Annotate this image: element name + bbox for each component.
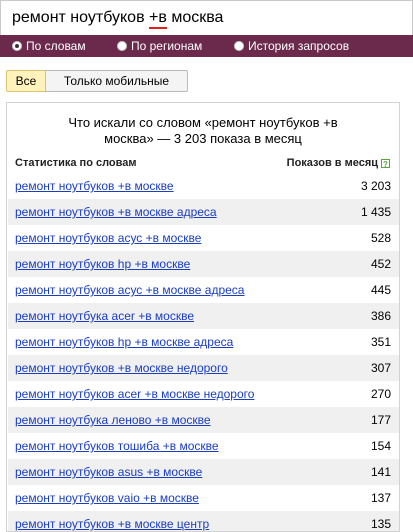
- impressions-count: 452: [370, 257, 391, 271]
- keyword-link[interactable]: ремонт ноутбуков +в москве: [15, 179, 174, 193]
- keyword-link[interactable]: ремонт ноутбуков acer +в москве недорого: [15, 387, 254, 401]
- help-icon[interactable]: ?: [381, 158, 390, 169]
- keyword-link[interactable]: ремонт ноутбуков vaio +в москве: [15, 491, 199, 505]
- keyword-link[interactable]: ремонт ноутбуков hp +в москве адреса: [15, 335, 233, 349]
- impressions-count: 154: [370, 439, 391, 453]
- radio-icon[interactable]: [117, 41, 127, 51]
- keyword-link[interactable]: ремонт ноутбука леново +в москве: [15, 413, 211, 427]
- stats-table: ремонт ноутбуков +в москве 3 203 ремонт но…: [8, 173, 399, 531]
- search-query-part-end: москва: [166, 9, 224, 26]
- filter-all-button[interactable]: Все: [6, 70, 46, 92]
- keyword-link[interactable]: ремонт ноутбуков асус +в москве: [15, 231, 201, 245]
- panel-title: Что искали со словом «ремонт ноутбуков +…: [7, 115, 399, 147]
- search-query-underlined-word: +в: [149, 9, 167, 26]
- impressions-count: 351: [370, 335, 391, 349]
- keyword-link[interactable]: ремонт ноутбуков hp +в москве: [15, 257, 190, 271]
- keyword-link[interactable]: ремонт ноутбуков +в москве адреса: [15, 205, 217, 219]
- keyword-link[interactable]: ремонт ноутбуков asus +в москве: [15, 465, 202, 479]
- table-row: ремонт ноутбука леново +в москве 177: [8, 407, 399, 433]
- panel-title-line: москва» — 3 203 показа в месяц: [104, 131, 302, 146]
- radio-icon[interactable]: [12, 41, 22, 51]
- table-row: ремонт ноутбуков +в москве недорого 307: [8, 355, 399, 381]
- table-row: ремонт ноутбука acer +в москве 386: [8, 303, 399, 329]
- mode-by-words[interactable]: По словам: [12, 38, 86, 54]
- keyword-link[interactable]: ремонт ноутбуков тошиба +в москве: [15, 439, 219, 453]
- table-row: ремонт ноутбуков asus +в москве 141: [8, 459, 399, 485]
- column-header-words: Статистика по словам: [15, 157, 137, 169]
- search-box[interactable]: ремонт ноутбуков +в москва: [0, 0, 413, 35]
- column-header-impressions: Показов в месяц ?: [287, 157, 390, 169]
- device-filter: Все Только мобильные: [6, 70, 188, 92]
- keyword-link[interactable]: ремонт ноутбуков асус +в москве адреса: [15, 283, 244, 297]
- impressions-count: 1 435: [360, 205, 391, 219]
- impressions-count: 141: [370, 465, 391, 479]
- mode-bar: По словам По регионам История запросов: [0, 35, 413, 57]
- table-row: ремонт ноутбуков тошиба +в москве 154: [8, 433, 399, 459]
- table-row: ремонт ноутбуков асус +в москве адреса 44…: [8, 277, 399, 303]
- column-header-label: Показов в месяц: [286, 157, 378, 169]
- mode-label: По регионам: [131, 39, 203, 53]
- impressions-count: 137: [370, 491, 391, 505]
- table-row: ремонт ноутбуков hp +в москве адреса 351: [8, 329, 399, 355]
- impressions-count: 528: [370, 231, 391, 245]
- filter-mobile-button[interactable]: Только мобильные: [46, 70, 188, 92]
- search-query-text[interactable]: ремонт ноутбуков +в москва: [12, 9, 223, 27]
- table-row: ремонт ноутбуков +в москве 3 203: [8, 173, 399, 199]
- keyword-link[interactable]: ремонт ноутбуков +в москве недорого: [15, 361, 228, 375]
- impressions-count: 135: [370, 517, 391, 531]
- mode-label: По словам: [26, 39, 86, 53]
- table-row: ремонт ноутбуков hp +в москве 452: [8, 251, 399, 277]
- mode-by-regions[interactable]: По регионам: [117, 38, 202, 54]
- table-row: ремонт ноутбуков +в москве центр 135: [8, 511, 399, 531]
- mode-label: История запросов: [248, 39, 350, 53]
- stats-panel: Что искали со словом «ремонт ноутбуков +…: [6, 102, 400, 532]
- keyword-link[interactable]: ремонт ноутбука acer +в москве: [15, 309, 194, 323]
- impressions-count: 177: [370, 413, 391, 427]
- impressions-count: 270: [370, 387, 391, 401]
- keyword-link[interactable]: ремонт ноутбуков +в москве центр: [15, 517, 209, 531]
- table-row: ремонт ноутбуков асус +в москве 528: [8, 225, 399, 251]
- impressions-count: 307: [370, 361, 391, 375]
- mode-history[interactable]: История запросов: [234, 38, 349, 54]
- table-row: ремонт ноутбуков +в москве адреса 1 435: [8, 199, 399, 225]
- impressions-count: 3 203: [360, 179, 391, 193]
- search-query-part: ремонт ноутбуков: [12, 9, 150, 26]
- impressions-count: 445: [370, 283, 391, 297]
- table-row: ремонт ноутбуков acer +в москве недорого…: [8, 381, 399, 407]
- impressions-count: 386: [370, 309, 391, 323]
- panel-title-line: Что искали со словом «ремонт ноутбуков +…: [68, 115, 338, 130]
- table-row: ремонт ноутбуков vaio +в москве 137: [8, 485, 399, 511]
- radio-icon[interactable]: [234, 41, 244, 51]
